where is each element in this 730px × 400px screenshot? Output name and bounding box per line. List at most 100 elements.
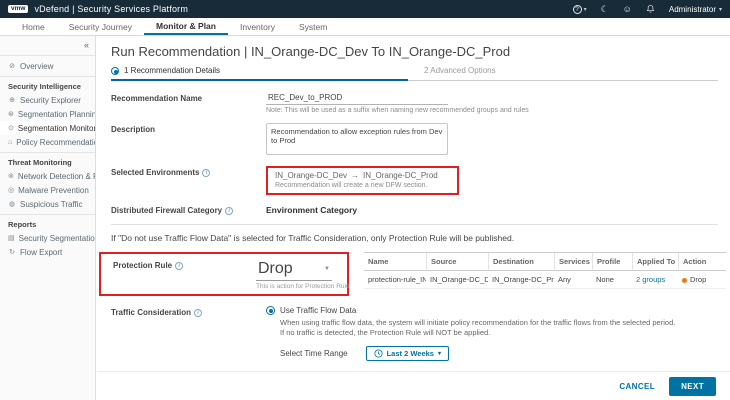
sidebar-section-header: Reports <box>0 218 95 231</box>
sidebar-item-suspicious-traffic[interactable]: ◍ Suspicious Traffic <box>0 197 95 211</box>
rule-source-cell: IN_Orange-DC_Dev <box>426 271 488 289</box>
traffic-flow-note: If "Do not use Traffic Flow Data" is sel… <box>111 233 718 243</box>
applied-to-groups-link[interactable]: 2 groups <box>636 275 665 284</box>
segmentation-planning-icon: ⊛ <box>8 110 14 118</box>
sidebar-item-flow-export[interactable]: ↻ Flow Export <box>0 245 95 259</box>
use-traffic-flow-description: When using traffic flow data, the system… <box>280 318 675 338</box>
report-icon: ▤ <box>8 234 15 242</box>
arrow-right-icon: → <box>347 171 363 180</box>
protection-rule-select[interactable]: Drop ▼ <box>256 259 332 281</box>
feedback-button[interactable]: ☺ <box>623 4 632 14</box>
time-range-label: Select Time Range <box>280 349 348 358</box>
environments-value: IN_Orange-DC_Dev→IN_Orange-DC_Prod <box>275 171 450 180</box>
protection-rule-hint: This is action for Protection Rule <box>256 283 332 290</box>
flow-export-icon: ↻ <box>8 248 16 256</box>
moon-icon: ☾ <box>601 4 609 15</box>
cancel-button[interactable]: CANCEL <box>619 382 655 391</box>
help-menu[interactable]: ? ▾ <box>573 5 587 14</box>
time-range-value: Last 2 Weeks <box>387 349 434 358</box>
sidebar-item-segmentation-planning[interactable]: ⊛ Segmentation Planning <box>0 107 95 121</box>
sidebar-item-label: Malware Prevention <box>18 186 89 195</box>
sidebar-item-malware-prevention[interactable]: ◎ Malware Prevention <box>0 183 95 197</box>
use-traffic-flow-option[interactable]: Use Traffic Flow Data <box>266 306 675 315</box>
header-actions: ? ▾ ☾ ☺ Administrator ▾ <box>573 4 722 15</box>
sidebar-collapse-button[interactable]: « <box>0 38 95 52</box>
column-header-action: Action <box>678 253 726 271</box>
step-advanced-options[interactable]: 2 Advanced Options <box>408 66 718 81</box>
policy-recommendations-icon: ⌂ <box>8 139 12 146</box>
malware-prevention-icon: ◎ <box>8 186 14 194</box>
sidebar-item-security-segmentation-report[interactable]: ▤ Security Segmentation R... <box>0 231 95 245</box>
section-divider <box>111 224 718 225</box>
time-range-button[interactable]: Last 2 Weeks ▾ <box>366 346 449 361</box>
annotation-box-environments: IN_Orange-DC_Dev→IN_Orange-DC_Prod Recom… <box>266 166 459 195</box>
sidebar-item-label: Security Segmentation R... <box>19 234 96 243</box>
info-icon[interactable]: i <box>225 207 233 215</box>
column-header-profile: Profile <box>592 253 632 271</box>
sidebar-section-overview: ⊘ Overview <box>0 55 95 73</box>
app-window: vmw vDefend | Security Services Platform… <box>0 0 730 400</box>
sidebar-section-header: Security Intelligence <box>0 80 95 93</box>
dfw-category-value: Environment Category <box>266 204 357 215</box>
description-label: Description <box>111 123 266 134</box>
bell-icon <box>646 4 655 14</box>
sidebar-item-label: Flow Export <box>20 248 62 257</box>
protection-rule-table: Name Source Destination Services Profile… <box>364 252 726 289</box>
rule-destination-cell: IN_Orange-DC_Prod <box>488 271 554 289</box>
info-icon[interactable]: i <box>175 262 183 270</box>
tab-monitor-plan[interactable]: Monitor & Plan <box>144 18 228 35</box>
next-button[interactable]: NEXT <box>669 377 716 396</box>
user-name: Administrator <box>669 5 716 14</box>
sidebar-item-network-detection[interactable]: ⊚ Network Detection & Res... <box>0 169 95 183</box>
column-header-applied-to: Applied To <box>632 253 678 271</box>
chevron-down-icon: ▾ <box>584 6 587 13</box>
tab-system[interactable]: System <box>287 18 339 35</box>
clock-icon <box>374 349 383 358</box>
help-icon: ? <box>573 5 582 14</box>
sidebar-section-security-intelligence: Security Intelligence ⊕ Security Explore… <box>0 76 95 149</box>
time-range-row: Select Time Range Last 2 Weeks ▾ <box>280 346 675 361</box>
env-destination: IN_Orange-DC_Prod <box>363 171 438 180</box>
wizard-footer: CANCEL NEXT <box>97 371 730 400</box>
vmware-logo: vmw <box>8 5 28 14</box>
sidebar-item-policy-recommendations[interactable]: ⌂ Policy Recommendations <box>0 135 95 149</box>
dfw-category-label: Distributed Firewall Category i <box>111 204 266 215</box>
column-header-name: Name <box>364 253 426 271</box>
step-label: 1 Recommendation Details <box>124 66 220 75</box>
suspicious-traffic-icon: ◍ <box>8 200 16 208</box>
radio-selected-icon[interactable] <box>266 306 275 315</box>
tab-home[interactable]: Home <box>10 18 57 35</box>
description-textarea[interactable]: Recommendation to allow exception rules … <box>266 123 448 155</box>
notifications-button[interactable] <box>646 4 655 14</box>
drop-action-dot-icon <box>682 278 687 283</box>
info-icon[interactable]: i <box>202 169 210 177</box>
sidebar-item-security-explorer[interactable]: ⊕ Security Explorer <box>0 93 95 107</box>
info-icon[interactable]: i <box>194 309 202 317</box>
selected-environments-row: Selected Environments i IN_Orange-DC_Dev… <box>111 166 718 195</box>
recommendation-name-input[interactable] <box>266 92 448 105</box>
env-source: IN_Orange-DC_Dev <box>275 171 347 180</box>
description-row: Description Recommendation to allow exce… <box>111 123 718 157</box>
tab-security-journey[interactable]: Security Journey <box>57 18 144 35</box>
sidebar-item-overview[interactable]: ⊘ Overview <box>0 59 95 73</box>
segmentation-monitoring-icon: ⊙ <box>8 124 14 132</box>
smiley-icon: ☺ <box>623 4 632 14</box>
selected-environments-label: Selected Environments i <box>111 166 266 177</box>
sidebar-item-label: Network Detection & Res... <box>18 172 96 181</box>
annotation-box-protection-rule: Protection Rule i Drop ▼ This is action … <box>99 252 349 296</box>
user-menu[interactable]: Administrator ▾ <box>669 5 722 14</box>
step-recommendation-details[interactable]: 1 Recommendation Details <box>111 66 408 81</box>
dark-mode-toggle[interactable]: ☾ <box>601 4 609 15</box>
step-active-icon <box>111 67 119 75</box>
tab-inventory[interactable]: Inventory <box>228 18 287 35</box>
overview-icon: ⊘ <box>8 62 16 70</box>
rule-action-cell: Drop <box>678 271 726 289</box>
rule-name-cell: protection-rule_IN_... <box>364 271 426 289</box>
sidebar-item-segmentation-monitoring[interactable]: ⊙ Segmentation Monitoring <box>0 121 95 135</box>
protection-rule-label: Protection Rule i <box>113 259 256 270</box>
chevron-down-icon: ▼ <box>324 266 330 272</box>
sidebar-item-label: Overview <box>20 62 53 71</box>
page-title: Run Recommendation | IN_Orange-DC_Dev To… <box>111 44 718 59</box>
environments-note: Recommendation will create a new DFW sec… <box>275 182 450 189</box>
sidebar-item-label: Security Explorer <box>20 96 81 105</box>
